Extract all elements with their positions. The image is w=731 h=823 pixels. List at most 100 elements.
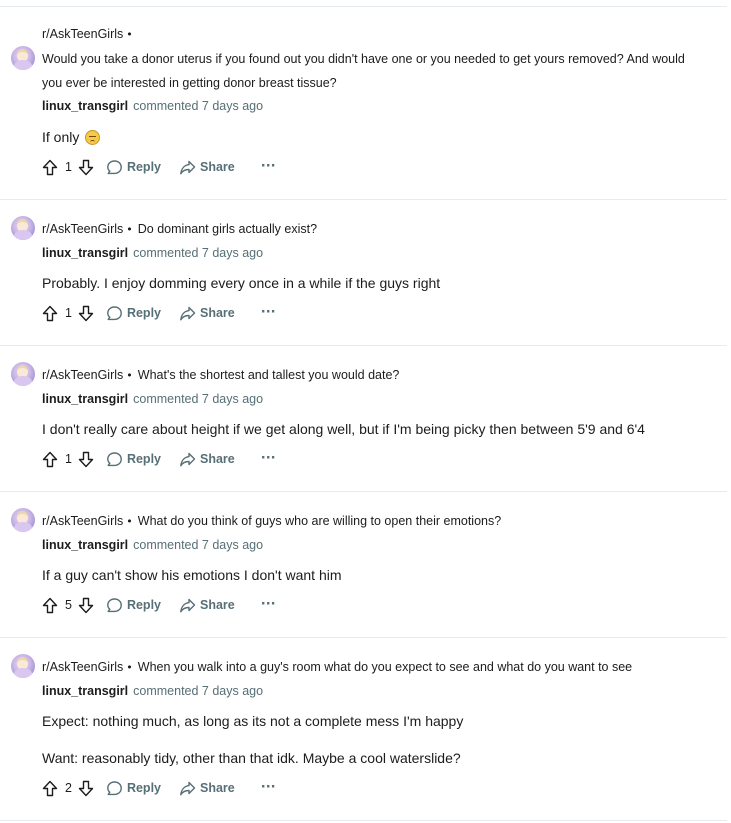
- ellipsis-icon[interactable]: ···: [261, 160, 276, 173]
- vote-group: 2: [40, 776, 96, 800]
- reply-button[interactable]: Reply: [106, 776, 161, 800]
- vote-group: 1: [40, 301, 96, 325]
- vote-count: 1: [65, 160, 72, 174]
- separator-dot: •: [126, 28, 133, 41]
- divider: [0, 345, 727, 346]
- avatar[interactable]: [11, 508, 35, 532]
- vote-group: 5: [40, 593, 96, 617]
- comment-header: r/AskTeenGirls • When you walk into a guy'…: [42, 660, 632, 675]
- action-bar: 1 Reply Share ···: [40, 301, 276, 325]
- upvote-arrow-icon[interactable]: [40, 303, 60, 323]
- author-link[interactable]: linux_transgirl: [42, 246, 128, 260]
- upvote-arrow-icon[interactable]: [40, 449, 60, 469]
- subreddit-link[interactable]: r/AskTeenGirls: [42, 27, 123, 41]
- downvote-arrow-icon[interactable]: [76, 449, 96, 469]
- vote-count: 1: [65, 306, 72, 320]
- vote-count: 1: [65, 452, 72, 466]
- post-title-link[interactable]: What's the shortest and tallest you woul…: [138, 368, 400, 382]
- share-button[interactable]: Share: [179, 301, 235, 325]
- divider: [0, 6, 727, 7]
- comment-timestamp: commented 7 days ago: [133, 392, 264, 406]
- share-button[interactable]: Share: [179, 776, 235, 800]
- share-label: Share: [200, 306, 235, 320]
- pensive-face-emoji-icon: [85, 130, 101, 145]
- author-link[interactable]: linux_transgirl: [42, 99, 128, 113]
- comment-header: r/AskTeenGirls • What's the shortest and t…: [42, 368, 399, 383]
- reply-button[interactable]: Reply: [106, 301, 161, 325]
- separator-dot: •: [126, 369, 133, 382]
- divider: [0, 491, 727, 492]
- speech-bubble-icon: [107, 159, 122, 174]
- subreddit-link[interactable]: r/AskTeenGirls: [42, 514, 123, 528]
- share-label: Share: [200, 781, 235, 795]
- post-title-link[interactable]: Do dominant girls actually exist?: [138, 222, 317, 236]
- author-line: linux_transgirl commented 7 days ago: [42, 684, 263, 698]
- separator-dot: •: [126, 223, 133, 236]
- action-bar: 1 Reply Share ···: [40, 447, 276, 471]
- comment-timestamp: commented 7 days ago: [133, 538, 264, 552]
- speech-bubble-icon: [107, 597, 122, 612]
- subreddit-link[interactable]: r/AskTeenGirls: [42, 368, 123, 382]
- comment-header: r/AskTeenGirls •: [42, 27, 138, 42]
- downvote-arrow-icon[interactable]: [76, 595, 96, 615]
- reply-label: Reply: [126, 160, 161, 174]
- separator-dot: •: [126, 515, 133, 528]
- comment-header: r/AskTeenGirls • What do you think of guys…: [42, 514, 501, 529]
- author-link[interactable]: linux_transgirl: [42, 538, 128, 552]
- author-link[interactable]: linux_transgirl: [42, 392, 128, 406]
- divider: [0, 637, 727, 638]
- share-label: Share: [200, 160, 235, 174]
- action-bar: 2 Reply Share ···: [40, 776, 276, 800]
- ellipsis-icon[interactable]: ···: [261, 781, 276, 794]
- downvote-arrow-icon[interactable]: [76, 778, 96, 798]
- reply-button[interactable]: Reply: [106, 593, 161, 617]
- author-line: linux_transgirl commented 7 days ago: [42, 392, 263, 406]
- share-button[interactable]: Share: [179, 593, 235, 617]
- downvote-arrow-icon[interactable]: [76, 303, 96, 323]
- subreddit-link[interactable]: r/AskTeenGirls: [42, 222, 123, 236]
- separator-dot: •: [126, 661, 133, 674]
- divider: [0, 820, 727, 821]
- comment-body: If a guy can't show his emotions I don't…: [42, 567, 342, 583]
- author-line: linux_transgirl commented 7 days ago: [42, 538, 263, 552]
- upvote-arrow-icon[interactable]: [40, 595, 60, 615]
- reply-label: Reply: [126, 306, 161, 320]
- reply-label: Reply: [126, 598, 161, 612]
- vote-group: 1: [40, 447, 96, 471]
- share-arrow-icon: [180, 160, 196, 174]
- divider: [0, 199, 727, 200]
- action-bar: 5 Reply Share ···: [40, 593, 276, 617]
- share-button[interactable]: Share: [179, 447, 235, 471]
- reply-button[interactable]: Reply: [106, 155, 161, 179]
- subreddit-link[interactable]: r/AskTeenGirls: [42, 660, 123, 674]
- post-title-link[interactable]: Would you take a donor uterus if you fou…: [42, 47, 702, 95]
- share-button[interactable]: Share: [179, 155, 235, 179]
- ellipsis-icon[interactable]: ···: [261, 306, 276, 319]
- comment-body: I don't really care about height if we g…: [42, 421, 645, 437]
- ellipsis-icon[interactable]: ···: [261, 598, 276, 611]
- comment-timestamp: commented 7 days ago: [133, 684, 264, 698]
- post-title-link[interactable]: When you walk into a guy's room what do …: [138, 660, 632, 674]
- comment-body-paragraph: Want: reasonably tidy, other than that i…: [42, 750, 461, 766]
- vote-count: 2: [65, 781, 72, 795]
- share-label: Share: [200, 452, 235, 466]
- share-arrow-icon: [180, 598, 196, 612]
- share-label: Share: [200, 598, 235, 612]
- upvote-arrow-icon[interactable]: [40, 778, 60, 798]
- downvote-arrow-icon[interactable]: [76, 157, 96, 177]
- reply-button[interactable]: Reply: [106, 447, 161, 471]
- avatar[interactable]: [11, 46, 35, 70]
- share-arrow-icon: [180, 781, 196, 795]
- author-link[interactable]: linux_transgirl: [42, 684, 128, 698]
- post-title-link[interactable]: What do you think of guys who are willin…: [138, 514, 501, 528]
- comment-header: r/AskTeenGirls • Do dominant girls actuall…: [42, 222, 317, 237]
- avatar[interactable]: [11, 362, 35, 386]
- avatar[interactable]: [11, 216, 35, 240]
- comment-body-paragraph: Expect: nothing much, as long as its not…: [42, 713, 464, 729]
- ellipsis-icon[interactable]: ···: [261, 452, 276, 465]
- speech-bubble-icon: [107, 451, 122, 466]
- avatar[interactable]: [11, 654, 35, 678]
- speech-bubble-icon: [107, 305, 122, 320]
- action-bar: 1 Reply Share ···: [40, 155, 276, 179]
- upvote-arrow-icon[interactable]: [40, 157, 60, 177]
